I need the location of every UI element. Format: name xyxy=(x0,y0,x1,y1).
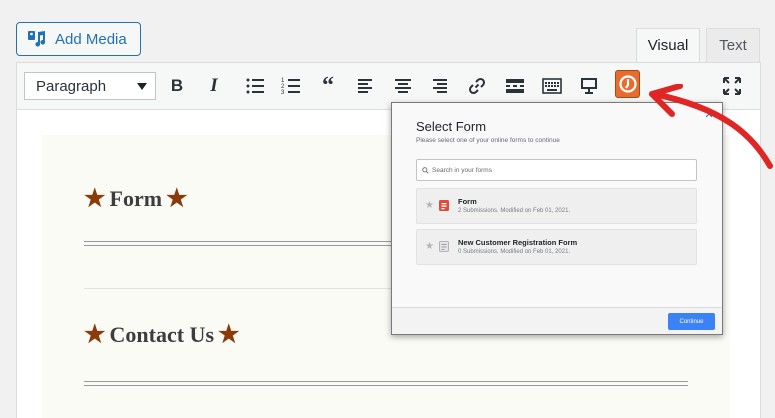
preview-icon[interactable] xyxy=(578,75,600,97)
star-icon: ★ xyxy=(84,322,106,348)
toolbar-toggle-icon[interactable] xyxy=(541,75,563,97)
add-media-label: Add Media xyxy=(55,30,127,48)
heading-contact: ★ Contact Us ★ xyxy=(84,320,240,349)
italic-icon[interactable]: I xyxy=(203,75,225,97)
media-icon xyxy=(28,31,46,47)
format-select-value: Paragraph xyxy=(36,77,107,95)
form-red-icon xyxy=(439,200,449,211)
popup-title: Select Form xyxy=(416,119,487,134)
heading-contact-text: Contact Us xyxy=(109,321,215,347)
continue-button[interactable]: Continue xyxy=(668,313,715,330)
align-right-icon[interactable] xyxy=(428,75,450,97)
annotation-arrow-icon xyxy=(649,84,773,169)
link-icon[interactable] xyxy=(466,75,488,97)
chevron-down-icon xyxy=(137,83,147,90)
star-icon: ★ xyxy=(218,322,240,348)
align-center-icon[interactable] xyxy=(392,75,414,97)
form-list-item[interactable]: ★ Form 2 Submissions. Modified on Feb 01… xyxy=(416,188,697,224)
bulleted-list-icon[interactable] xyxy=(244,75,266,97)
align-left-icon[interactable] xyxy=(355,75,377,97)
star-icon: ★ xyxy=(166,186,188,212)
search-placeholder: Search in your forms xyxy=(432,166,492,174)
star-icon[interactable]: ★ xyxy=(425,200,434,211)
heading-form-text: Form xyxy=(109,185,163,211)
tab-text[interactable]: Text xyxy=(706,28,760,62)
form-name: New Customer Registration Form xyxy=(458,238,578,247)
form-meta: 2 Submissions. Modified on Feb 01, 2021. xyxy=(458,208,571,214)
read-more-icon[interactable] xyxy=(504,75,526,97)
bold-icon[interactable]: B xyxy=(166,75,188,97)
double-divider xyxy=(84,381,688,386)
star-icon: ★ xyxy=(84,186,106,212)
format-select[interactable]: Paragraph xyxy=(24,72,156,100)
tab-visual[interactable]: Visual xyxy=(636,28,700,62)
formidable-forms-icon xyxy=(618,75,637,93)
add-media-button[interactable]: Add Media xyxy=(16,22,141,56)
form-list-item[interactable]: ★ New Customer Registration Form 0 Submi… xyxy=(416,229,697,265)
form-meta: 0 Submissions. Modified on Feb 01, 2021. xyxy=(458,249,571,255)
form-gray-icon xyxy=(439,241,449,252)
form-name: Form xyxy=(458,197,477,206)
svg-text:3: 3 xyxy=(281,90,285,96)
star-icon[interactable]: ★ xyxy=(425,241,434,252)
popup-subtitle: Please select one of your online forms t… xyxy=(416,137,560,144)
search-icon xyxy=(422,166,429,174)
blockquote-icon[interactable]: “ xyxy=(317,74,339,98)
heading-form: ★ Form ★ xyxy=(84,184,188,213)
popup-footer: Continue xyxy=(392,307,722,334)
formidable-forms-button[interactable] xyxy=(615,70,640,98)
numbered-list-icon[interactable]: 123 xyxy=(280,75,302,97)
